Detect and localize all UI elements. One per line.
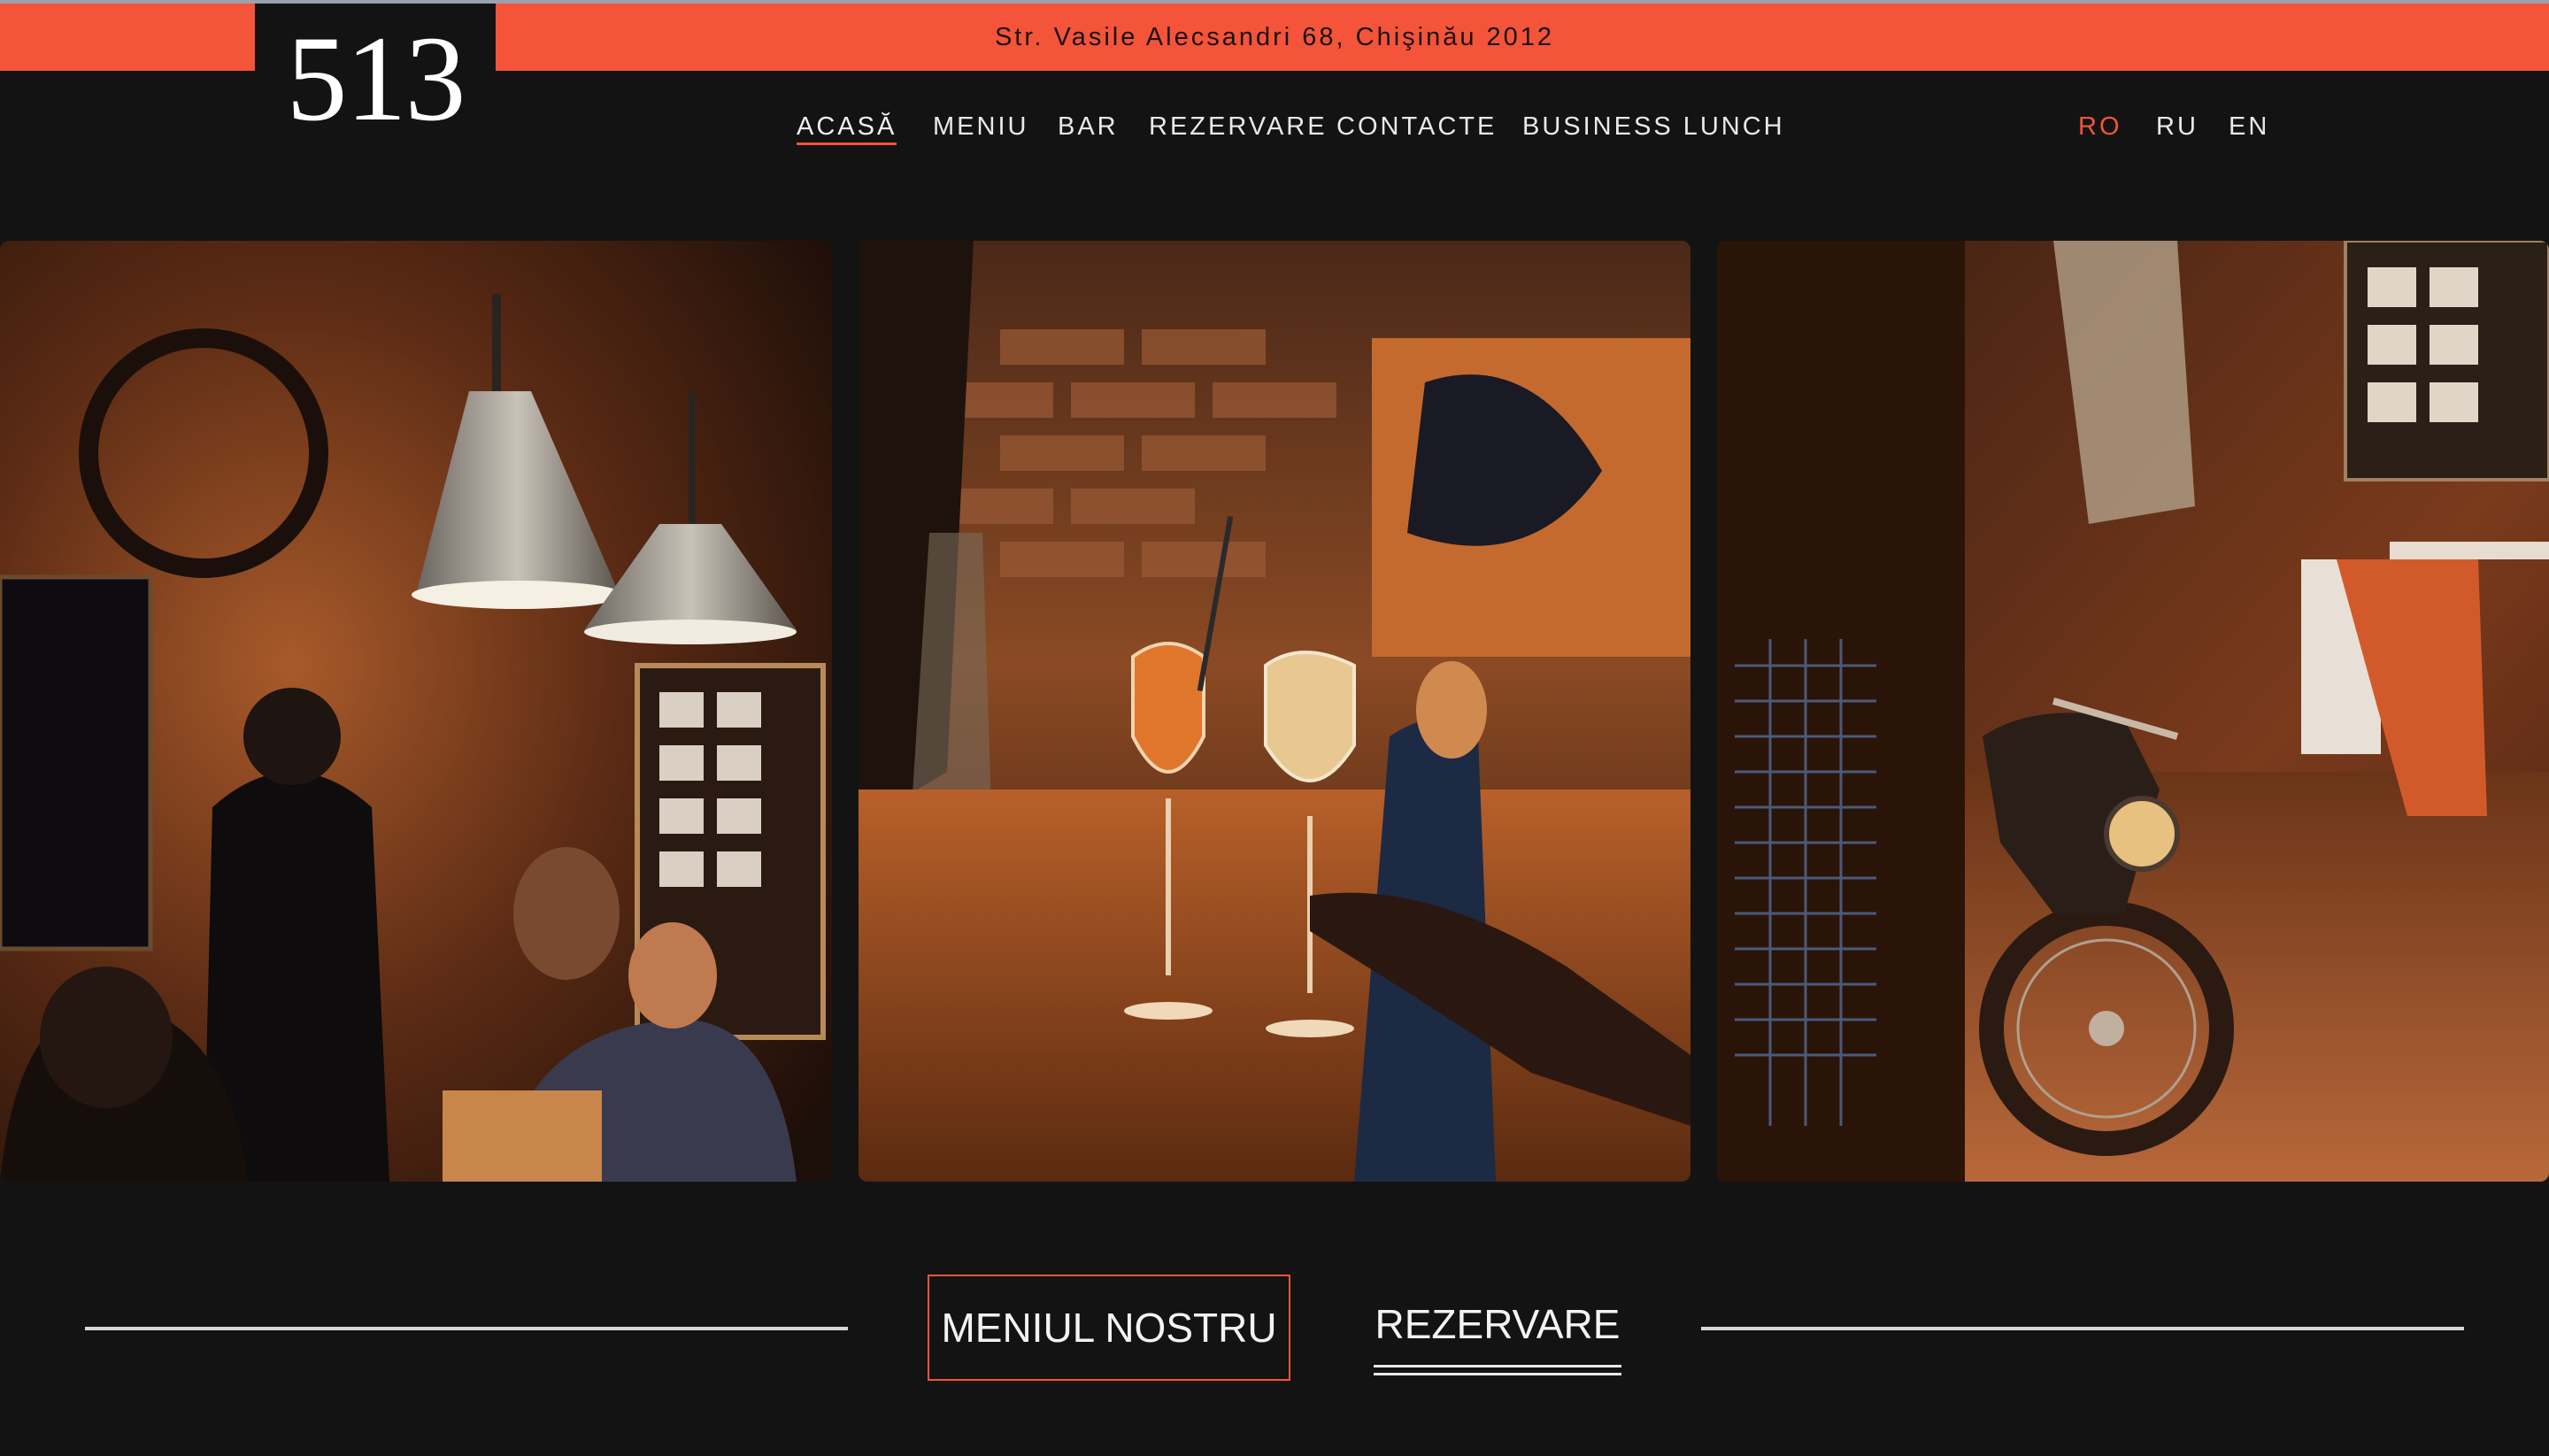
cocktail-glasses-photo — [859, 241, 1690, 1182]
nav-item-contacte[interactable]: CONTACTE — [1336, 104, 1497, 149]
nav-item-bar[interactable]: BAR — [1058, 104, 1119, 149]
divider-left — [85, 1327, 848, 1330]
lang-en[interactable]: EN — [2229, 104, 2269, 149]
lang-ro[interactable]: RO — [2078, 104, 2122, 149]
nav-item-rezervare[interactable]: REZERVARE — [1149, 104, 1328, 149]
lang-ru[interactable]: RU — [2156, 104, 2199, 149]
divider-right — [1701, 1327, 2464, 1330]
reservation-underline-bottom — [1374, 1373, 1621, 1375]
reservation-button[interactable]: REZERVARE — [1374, 1275, 1621, 1374]
nav-item-meniu[interactable]: MENIU — [933, 104, 1028, 149]
our-menu-button[interactable]: MENIUL NOSTRU — [928, 1275, 1290, 1381]
nav-item-acasa[interactable]: ACASĂ — [797, 104, 897, 149]
motorcycle-interior-photo — [1717, 241, 2549, 1182]
reservation-underline-top — [1374, 1365, 1621, 1367]
nav-item-business-lunch[interactable]: BUSINESS LUNCH — [1522, 104, 1785, 149]
restaurant-dining-photo — [0, 241, 832, 1182]
